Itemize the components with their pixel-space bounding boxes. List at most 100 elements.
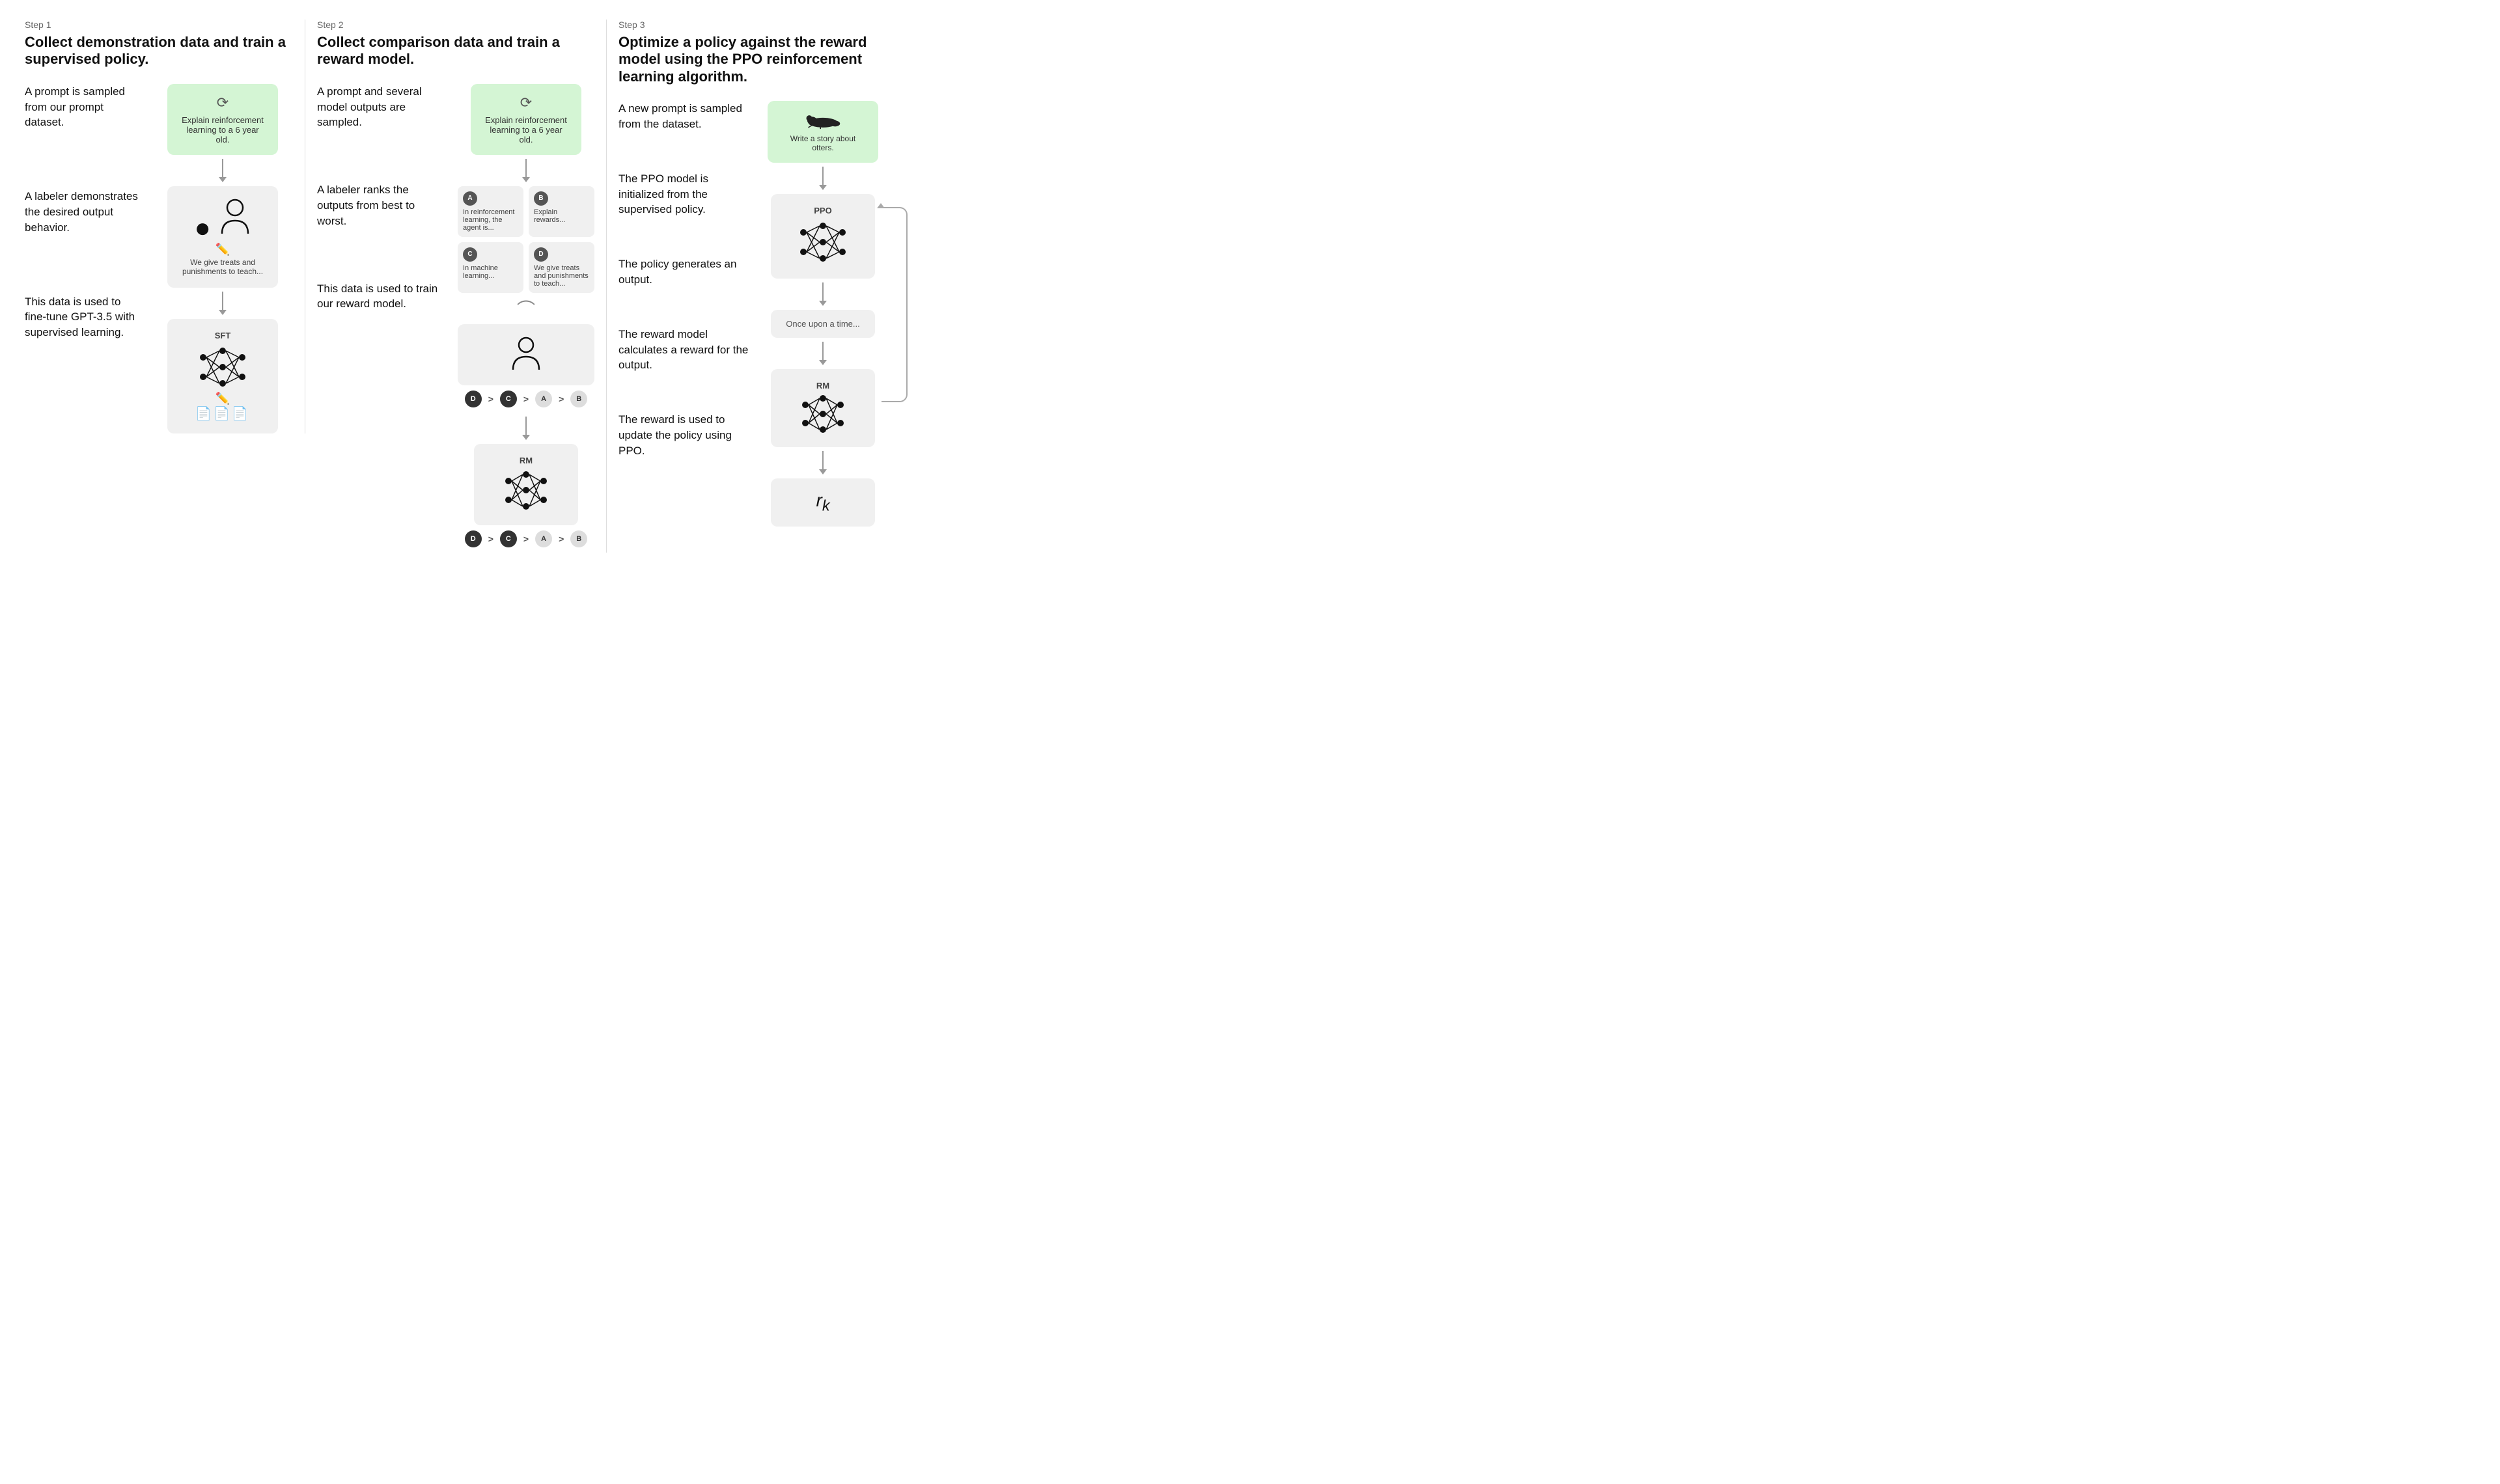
- step3-prompt-text: Write a story about otters.: [781, 134, 865, 152]
- output-text-a: In reinforcement learning, the agent is.…: [463, 208, 514, 232]
- step2-text3: This data is used to train our reward mo…: [317, 281, 447, 312]
- ppo-label: PPO: [780, 206, 866, 215]
- rm-label-s2: RM: [483, 456, 569, 465]
- step3-label: Step 3: [618, 20, 887, 30]
- rank-badge-c: C: [500, 391, 517, 407]
- rank-badge-a: A: [535, 391, 552, 407]
- feedback-arrow: [882, 207, 908, 402]
- badge-b: B: [534, 191, 548, 206]
- output-card-d: D We give treats and punishments to teac…: [529, 242, 594, 293]
- arrow-head-2: [219, 310, 227, 315]
- curly-brace: ⌒: [517, 295, 535, 322]
- step2-prompt-box: ⟳ Explain reinforcement learning to a 6 …: [471, 84, 581, 155]
- step3-prompt-box: Write a story about otters.: [768, 101, 878, 163]
- pencil-icon-1: ✏️: [176, 243, 269, 256]
- arrow-line: [222, 159, 223, 177]
- step1-prompt-text: Explain reinforcement learning to a 6 ye…: [182, 115, 264, 144]
- step1-title: Collect demonstration data and train a s…: [25, 34, 293, 68]
- output-text-c: In machine learning...: [463, 264, 498, 280]
- gt6: >: [559, 534, 564, 544]
- step2-text1: A prompt and several model outputs are s…: [317, 84, 447, 130]
- badge-c: C: [463, 247, 477, 262]
- step3-arrow4: [819, 451, 827, 474]
- docs-icons: 📄📄📄: [176, 405, 269, 422]
- step3-left-text: A new prompt is sampled from the dataset…: [618, 101, 749, 527]
- step2-ranking-row: D > C > A > B: [465, 391, 588, 407]
- s3-line3: [822, 342, 824, 360]
- otter-svg: [803, 111, 842, 130]
- step1-labeler-card: ● ✏️ We give treats and punishments to t…: [167, 186, 278, 288]
- step1-label: Step 1: [25, 20, 293, 30]
- arrow-head: [219, 177, 227, 182]
- sft-label: SFT: [176, 331, 269, 340]
- step1-diagram: ⟳ Explain reinforcement learning to a 6 …: [152, 84, 293, 433]
- rank2-badge-b: B: [570, 530, 587, 547]
- step3-rm-card: RM: [771, 369, 875, 447]
- rank2-badge-c: C: [500, 530, 517, 547]
- output-text-b: Explain rewards...: [534, 208, 565, 224]
- badge-d: D: [534, 247, 548, 262]
- recycle-icon-2: ⟳: [484, 94, 568, 111]
- output-card-a: A In reinforcement learning, the agent i…: [458, 186, 523, 237]
- recycle-icon-1: ⟳: [180, 94, 265, 111]
- step3-content: A new prompt is sampled from the dataset…: [618, 101, 887, 527]
- step2-rm-card: RM: [474, 444, 578, 525]
- step2-diagram: ⟳ Explain reinforcement learning to a 6 …: [458, 84, 594, 553]
- step1-arrow1: [219, 159, 227, 182]
- step2-prompt-text: Explain reinforcement learning to a 6 ye…: [485, 115, 567, 144]
- step1-prompt-box: ⟳ Explain reinforcement learning to a 6 …: [167, 84, 278, 155]
- step3-column: Step 3 Optimize a policy against the rew…: [607, 20, 898, 527]
- rk-value: rk: [816, 490, 830, 510]
- rank-badge-b: B: [570, 391, 587, 407]
- step2-title: Collect comparison data and train a rewa…: [317, 34, 594, 68]
- step1-sft-card: SFT: [167, 319, 278, 433]
- step3-arrow2: [819, 282, 827, 306]
- step1-labeler-caption: We give treats and punishments to teach.…: [176, 258, 269, 276]
- step2-content: A prompt and several model outputs are s…: [317, 84, 594, 553]
- labeler-svg: [219, 198, 251, 237]
- person-icon-1: ●: [176, 198, 269, 241]
- s3-line2: [822, 282, 824, 301]
- step3-text5: The reward is used to update the policy …: [618, 412, 749, 458]
- pencil-icon-2: ✏️: [176, 392, 269, 405]
- step1-text3: This data is used to fine-tune GPT-3.5 w…: [25, 294, 142, 340]
- step2-text2: A labeler ranks the outputs from best to…: [317, 182, 447, 228]
- step3-text4: The reward model calculates a reward for…: [618, 327, 749, 373]
- step2-ranking-row2: D > C > A > B: [465, 530, 588, 547]
- rank2-badge-a: A: [535, 530, 552, 547]
- gt3: >: [559, 394, 564, 404]
- step2-label: Step 2: [317, 20, 594, 30]
- step3-diagram: Write a story about otters. PPO: [759, 101, 887, 527]
- step2-column: Step 2 Collect comparison data and train…: [305, 20, 607, 553]
- rm-nn-svg: [503, 469, 549, 512]
- rm-nn-svg-2: [800, 394, 846, 433]
- step3-text2: The PPO model is initialized from the su…: [618, 171, 749, 217]
- s3-head4: [819, 469, 827, 474]
- output-text-d: We give treats and punishments to teach.…: [534, 264, 589, 288]
- step1-left-text: A prompt is sampled from our prompt data…: [25, 84, 142, 340]
- s3-line4: [822, 451, 824, 469]
- sft-nn-svg: [197, 344, 249, 390]
- step1-text2: A labeler demonstrates the desired outpu…: [25, 189, 142, 235]
- step1-arrow2: [219, 292, 227, 315]
- s2-arrow-line1: [525, 159, 527, 177]
- step3-rk-card: rk: [771, 478, 875, 527]
- rank-badge-d: D: [465, 391, 482, 407]
- s2-arrow-line2: [525, 417, 527, 435]
- gt1: >: [488, 394, 493, 404]
- labeler-svg-2: [510, 336, 542, 372]
- step3-text1: A new prompt is sampled from the dataset…: [618, 101, 749, 132]
- gt2: >: [523, 394, 529, 404]
- badge-a: A: [463, 191, 477, 206]
- s3-head3: [819, 360, 827, 365]
- step3-arrow1: [819, 167, 827, 190]
- ppo-nn-svg: [797, 219, 849, 265]
- step3-title: Optimize a policy against the reward mod…: [618, 34, 887, 85]
- output-card-b: B Explain rewards...: [529, 186, 594, 237]
- arrow-line-2: [222, 292, 223, 310]
- feedback-arrowhead: [877, 203, 885, 208]
- output-card-c: C In machine learning...: [458, 242, 523, 293]
- gt5: >: [523, 534, 529, 544]
- step1-content: A prompt is sampled from our prompt data…: [25, 84, 293, 433]
- step3-ppo-card: PPO: [771, 194, 875, 279]
